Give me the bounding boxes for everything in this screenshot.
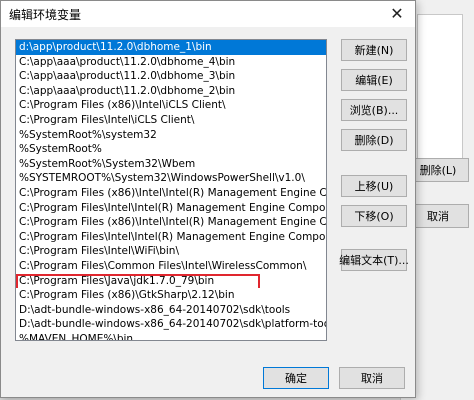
- background-cancel-button[interactable]: 取消: [407, 204, 469, 228]
- edit-env-variable-dialog: 编辑环境变量 ✕ d:\app\product\11.2.0\dbhome_1\…: [0, 0, 416, 398]
- path-list-item[interactable]: D:\adt-bundle-windows-x86_64-20140702\sd…: [16, 317, 326, 332]
- path-list-item[interactable]: C:\Program Files\Intel\iCLS Client\: [16, 113, 326, 128]
- path-list-item[interactable]: C:\Program Files (x86)\Intel\iCLS Client…: [16, 98, 326, 113]
- close-icon[interactable]: ✕: [383, 1, 411, 25]
- delete-button[interactable]: 删除(D): [341, 129, 407, 151]
- path-list-item[interactable]: %SystemRoot%: [16, 142, 326, 157]
- path-list-item[interactable]: %SystemRoot%\system32: [16, 128, 326, 143]
- edit-button[interactable]: 编辑(E): [341, 69, 407, 91]
- path-list-item[interactable]: C:\Program Files\Intel\Intel(R) Manageme…: [16, 201, 326, 216]
- cancel-button[interactable]: 取消: [339, 367, 405, 389]
- ok-button[interactable]: 确定: [263, 367, 329, 389]
- dialog-titlebar: 编辑环境变量 ✕: [1, 1, 415, 27]
- move-up-button[interactable]: 上移(U): [341, 175, 407, 197]
- path-list-item[interactable]: %SystemRoot%\System32\Wbem: [16, 157, 326, 172]
- dialog-title: 编辑环境变量: [9, 8, 82, 22]
- path-list-item[interactable]: C:\Program Files (x86)\Intel\Intel(R) Ma…: [16, 215, 326, 230]
- path-list-item[interactable]: C:\Program Files\Intel\WiFi\bin\: [16, 244, 326, 259]
- path-list-item[interactable]: d:\app\product\11.2.0\dbhome_1\bin: [16, 40, 326, 55]
- path-list-item[interactable]: %MAVEN_HOME%\bin: [16, 332, 326, 340]
- path-list-item[interactable]: C:\Program Files\Intel\Intel(R) Manageme…: [16, 230, 326, 245]
- path-list-item[interactable]: C:\Program Files\Common Files\Intel\Wire…: [16, 259, 326, 274]
- background-list-panel: [417, 14, 463, 166]
- move-down-button[interactable]: 下移(O): [341, 205, 407, 227]
- path-list-item[interactable]: C:\app\aaa\product\11.2.0\dbhome_4\bin: [16, 55, 326, 70]
- browse-button[interactable]: 浏览(B)...: [341, 99, 407, 121]
- path-list-item[interactable]: C:\app\aaa\product\11.2.0\dbhome_3\bin: [16, 69, 326, 84]
- path-list-item[interactable]: C:\Program Files (x86)\Intel\Intel(R) Ma…: [16, 186, 326, 201]
- new-button[interactable]: 新建(N): [341, 39, 407, 61]
- dialog-client-area: d:\app\product\11.2.0\dbhome_1\bin C:\app…: [1, 27, 415, 397]
- path-list-item[interactable]: C:\Program Files (x86)\GtkSharp\2.12\bin: [16, 288, 326, 303]
- path-list-item[interactable]: D:\adt-bundle-windows-x86_64-20140702\sd…: [16, 303, 326, 318]
- path-list[interactable]: d:\app\product\11.2.0\dbhome_1\bin C:\app…: [15, 39, 327, 341]
- path-list-item[interactable]: C:\app\aaa\product\11.2.0\dbhome_2\bin: [16, 84, 326, 99]
- background-delete-button[interactable]: 删除(L): [407, 158, 469, 182]
- path-list-item[interactable]: C:\Program Files\Java\jdk1.7.0_79\bin: [16, 273, 326, 289]
- path-list-item[interactable]: %SYSTEMROOT%\System32\WindowsPowerShell\…: [16, 171, 326, 186]
- edit-text-button[interactable]: 编辑文本(T)...: [339, 249, 409, 271]
